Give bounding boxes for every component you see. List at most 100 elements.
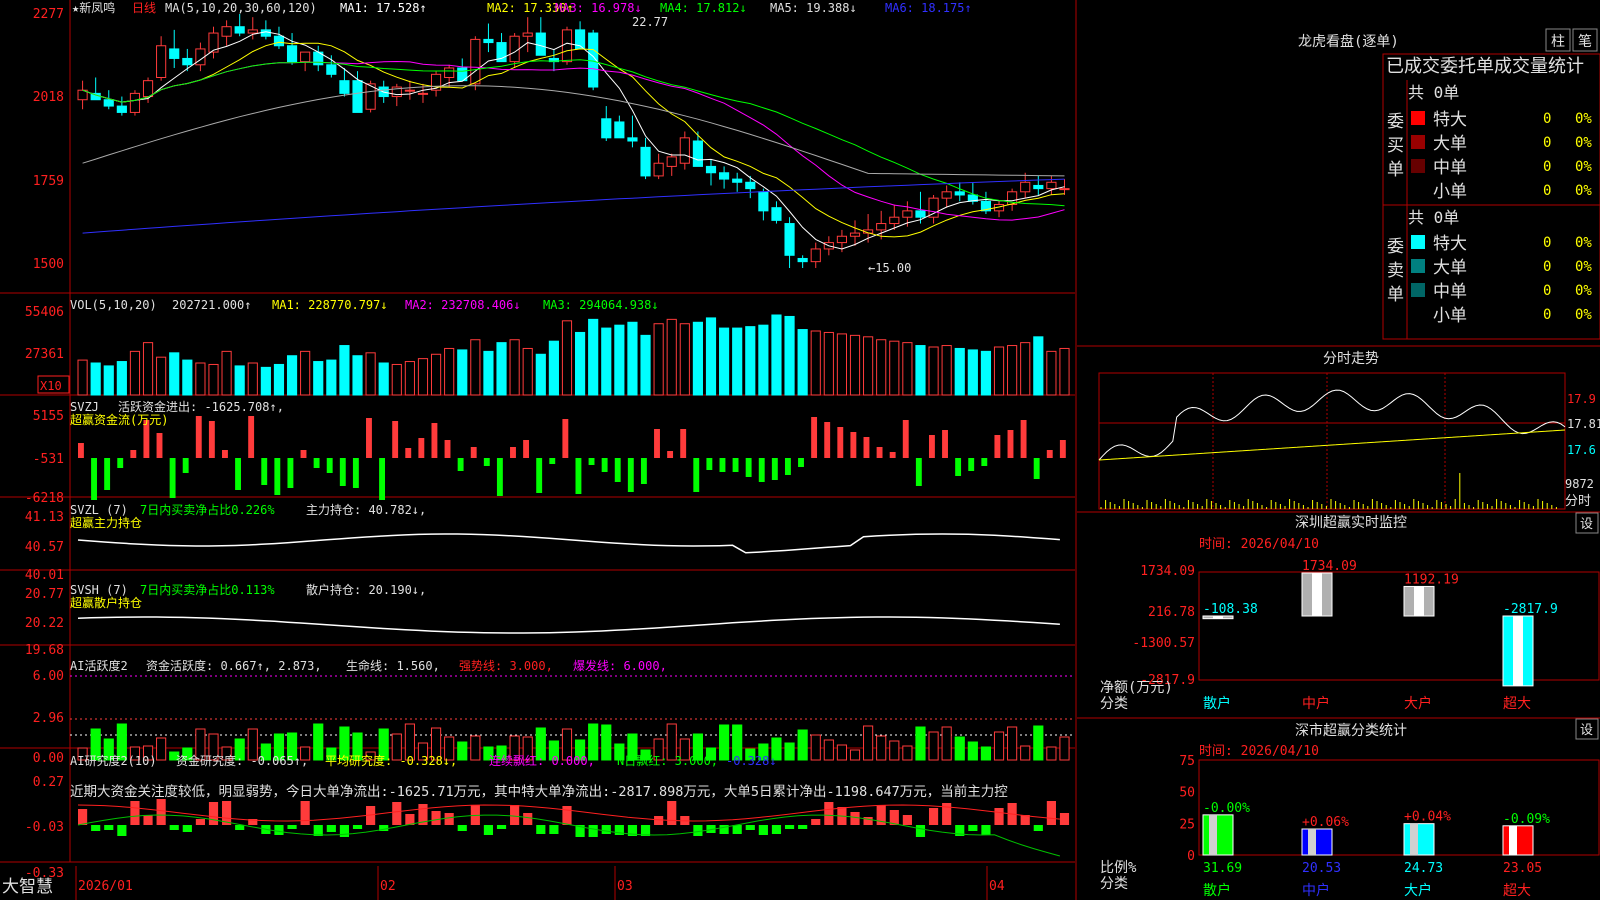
sz-class-bar-highlight	[1209, 814, 1217, 855]
fund-flow-bar	[850, 432, 857, 458]
sz-class-change: -0.00%	[1203, 801, 1250, 816]
fund-flow-bar	[693, 458, 700, 492]
sz-class-value: 24.73	[1404, 861, 1443, 876]
sz-monitor-value-label: 1734.09	[1302, 559, 1357, 574]
sz-monitor-y-tick: 216.78	[1148, 605, 1195, 620]
research-bar	[588, 825, 598, 837]
fund-flow-bar	[928, 435, 935, 458]
sz-class-ylabel: 比例%	[1100, 860, 1137, 876]
candle-body	[273, 35, 285, 47]
research-bar	[457, 825, 467, 831]
fund-flow-bar	[915, 458, 922, 486]
research-bar	[968, 825, 978, 831]
fund-flow-bar	[1046, 450, 1053, 458]
volume-bar	[535, 353, 546, 396]
volume-bar	[601, 327, 612, 396]
fund-flow-bar	[457, 458, 464, 471]
candle-body	[326, 64, 337, 75]
y-tick: 0.27	[33, 775, 64, 790]
sz-class-y-tick: 50	[1179, 786, 1195, 801]
research-bar	[758, 825, 768, 835]
candle-body	[692, 140, 703, 167]
candle-body	[483, 38, 494, 44]
research-bar	[1020, 815, 1030, 825]
research-bar	[523, 813, 533, 825]
volume-bar	[103, 365, 114, 396]
y-tick: -0.03	[25, 820, 64, 835]
volume-bar	[876, 339, 887, 396]
sell-total: 共 0单	[1408, 208, 1459, 227]
volume-bar	[90, 362, 101, 396]
research-bar	[483, 825, 494, 835]
volume-bar	[849, 334, 861, 396]
candle-body	[1020, 181, 1031, 193]
fund-flow-bar	[876, 447, 883, 458]
y-tick: 5155	[33, 409, 64, 424]
fund-flow-bar	[483, 458, 490, 466]
fund-flow-bar	[300, 450, 307, 458]
sell-row-pct: 0%	[1575, 307, 1592, 323]
volume-bar	[352, 355, 363, 396]
candle-body	[561, 29, 573, 63]
fund-flow-bar	[352, 458, 359, 488]
y-tick: -6218	[25, 491, 64, 506]
fund-flow-bar	[78, 443, 84, 458]
volume-bar	[823, 331, 834, 396]
volume-bar	[313, 361, 324, 396]
x-tick: 03	[617, 879, 633, 894]
buy-color-swatch	[1411, 135, 1425, 149]
candle-body	[640, 146, 651, 177]
fund-flow-bar	[667, 451, 674, 458]
research-bar	[444, 813, 454, 825]
buy-row-name: 中单	[1433, 158, 1467, 178]
retail-holding-line	[77, 616, 1060, 634]
ma30-line	[82, 59, 1065, 207]
sell-color-swatch	[1411, 235, 1425, 249]
volume-bar	[941, 345, 952, 396]
sz-monitor-value-label: -108.38	[1203, 602, 1258, 617]
stock-chart-canvas[interactable]: 龙虎看盘(逐单) 柱笔已成交委托单成交量统计共 0单共 0单委买单委卖单特大 0 0%…	[0, 0, 1600, 900]
candle-body	[745, 181, 756, 190]
volume-bar	[378, 362, 389, 396]
ai-research-legend: 资金研究度: -0.065↑,	[176, 753, 308, 768]
research-bar	[771, 825, 782, 834]
buy-row-vol: 0	[1543, 111, 1551, 127]
volume-bar	[705, 317, 717, 396]
candle-body	[444, 67, 455, 78]
sz-class-bar-highlight	[1308, 828, 1316, 855]
fund-flow-bar	[771, 458, 778, 480]
vol-legend-item: VOL(5,10,20)	[70, 298, 157, 312]
research-bar	[784, 825, 795, 829]
period-label: 日线	[132, 1, 156, 15]
activity-bar	[941, 726, 952, 761]
research-bar	[431, 811, 441, 825]
fund-flow-bar	[496, 458, 503, 496]
y-tick: 2018	[33, 90, 64, 105]
sz-monitor-ylabel: 净额(万元)	[1100, 680, 1173, 696]
sell-row-name: 特大	[1433, 234, 1467, 254]
research-bar	[339, 825, 350, 837]
y-tick: 1500	[33, 257, 64, 272]
activity-bar	[863, 725, 874, 761]
volume-bar	[444, 347, 455, 396]
research-bar	[928, 808, 939, 825]
candle-body	[286, 45, 298, 63]
y-tick: 0.00	[33, 751, 64, 766]
fund-flow-bar	[431, 423, 438, 458]
sell-row-vol: 0	[1543, 283, 1551, 299]
research-bar	[994, 808, 1004, 825]
high-mark: 22.77	[632, 15, 668, 29]
volume-bar	[980, 350, 992, 396]
fund-flow-bar	[811, 417, 818, 458]
fund-flow-bar	[863, 437, 870, 458]
candle-body	[352, 80, 363, 113]
intraday-x-label: 分时	[1565, 494, 1591, 509]
candle-body	[182, 57, 193, 66]
intraday-price-line	[1098, 389, 1566, 461]
research-bar	[104, 825, 114, 830]
fund-flow-bar	[222, 450, 228, 458]
y-tick: 20.77	[25, 587, 64, 602]
sell-row-pct: 0%	[1575, 235, 1592, 251]
volume-bars	[77, 314, 1070, 396]
svzl-value: 主力持仓: 40.782↓,	[306, 502, 426, 517]
